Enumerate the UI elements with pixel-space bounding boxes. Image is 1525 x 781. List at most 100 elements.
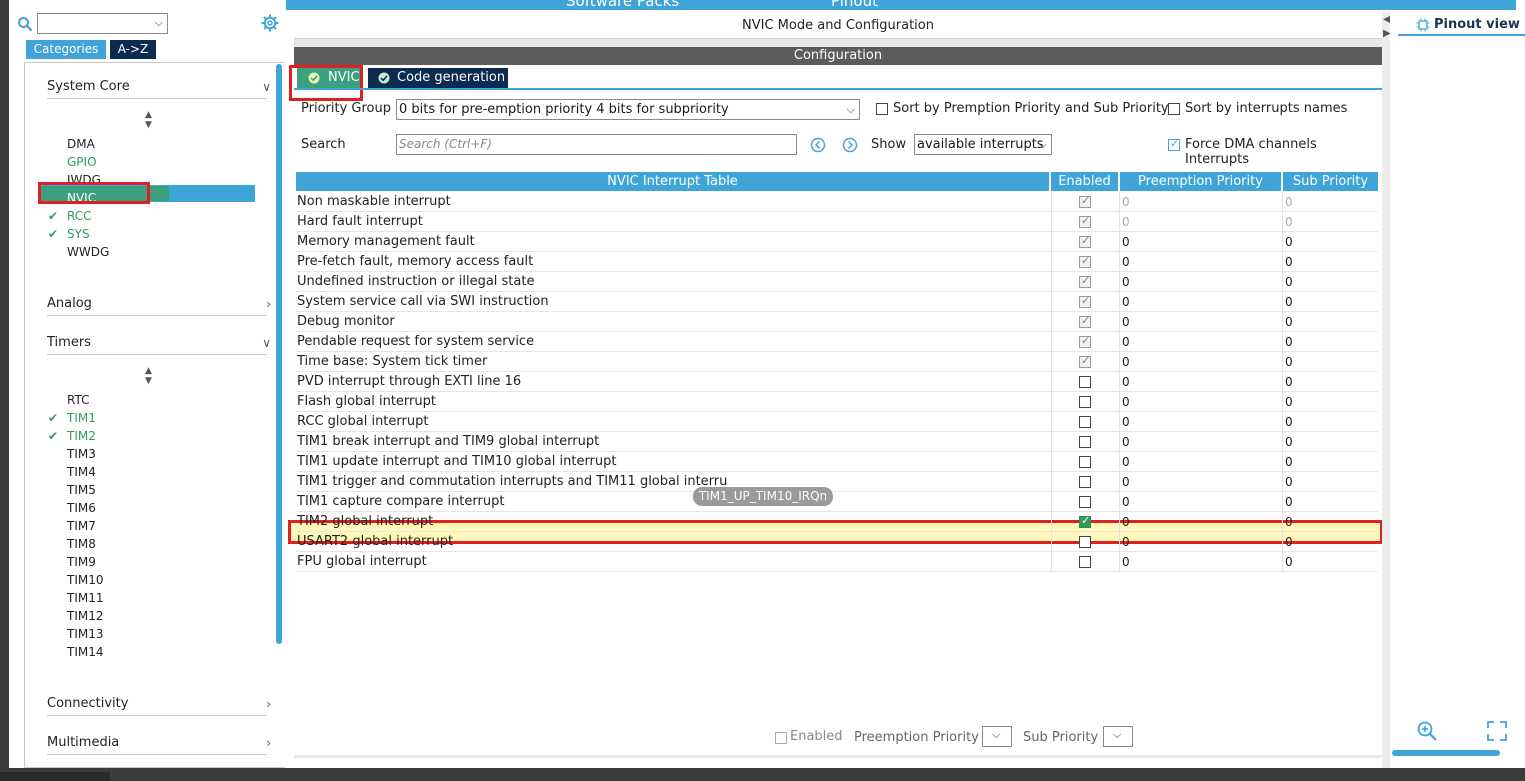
enabled-checkbox[interactable] [1079, 556, 1091, 568]
sub-priority-cell[interactable]: 0 [1282, 492, 1378, 512]
preemption-priority-cell[interactable]: 0 [1119, 232, 1282, 252]
enabled-checkbox[interactable] [1079, 396, 1091, 408]
preemption-priority-cell[interactable]: 0 [1119, 512, 1282, 532]
tree-item-rcc[interactable]: RCC [67, 207, 92, 225]
bottom-sub-priority-select[interactable]: ⌵ [1103, 726, 1133, 747]
enabled-checkbox[interactable] [1079, 416, 1091, 428]
tree-item-tim8[interactable]: TIM8 [67, 535, 96, 553]
tree-item-tim7[interactable]: TIM7 [67, 517, 96, 535]
enabled-checkbox[interactable] [1079, 314, 1091, 328]
panel-splitter[interactable]: ◀ ▶ [1382, 12, 1391, 768]
enabled-checkbox[interactable] [1079, 334, 1091, 348]
search-icon[interactable] [17, 16, 33, 32]
sub-priority-cell[interactable]: 0 [1282, 412, 1378, 432]
force-dma-checkbox[interactable] [1168, 137, 1180, 151]
table-row[interactable]: TIM1 update interrupt and TIM10 global i… [296, 452, 1378, 472]
category-connectivity[interactable]: Connectivity › [47, 692, 271, 716]
zoom-in-icon[interactable] [1416, 720, 1438, 742]
priority-group-select[interactable]: 0 bits for pre-emption priority 4 bits f… [396, 99, 860, 120]
tree-item-dma[interactable]: DMA [67, 135, 95, 153]
left-search-combo[interactable]: ⌵ [37, 13, 168, 34]
right-scrollbar[interactable] [1392, 750, 1500, 756]
tree-item-tim14[interactable]: TIM14 [67, 643, 104, 661]
gear-icon[interactable] [261, 14, 279, 32]
table-row[interactable]: Pre-fetch fault, memory access fault 00 [296, 252, 1378, 272]
tree-item-tim6[interactable]: TIM6 [67, 499, 96, 517]
top-tab-pinout[interactable]: Pinout [831, 0, 878, 10]
table-row[interactable]: Memory management fault 00 [296, 232, 1378, 252]
enabled-checkbox[interactable] [1079, 436, 1091, 448]
tree-item-tim4[interactable]: TIM4 [67, 463, 96, 481]
tree-item-sys[interactable]: SYS [67, 225, 90, 243]
category-multimedia[interactable]: Multimedia › [47, 731, 271, 755]
preemption-priority-cell[interactable]: 0 [1119, 552, 1282, 572]
sort-arrow-icon[interactable]: ▲ ▼ [145, 110, 152, 130]
sub-priority-cell[interactable]: 0 [1282, 432, 1378, 452]
table-row[interactable]: Debug monitor 00 [296, 312, 1378, 332]
preemption-priority-cell[interactable]: 0 [1119, 272, 1282, 292]
enabled-checkbox[interactable] [1079, 274, 1091, 288]
tree-item-tim2[interactable]: TIM2 [67, 427, 96, 445]
tree-item-tim5[interactable]: TIM5 [67, 481, 96, 499]
tab-code-generation[interactable]: Code generation [368, 68, 508, 88]
preemption-priority-cell[interactable]: 0 [1119, 472, 1282, 492]
preemption-priority-cell[interactable]: 0 [1119, 312, 1282, 332]
enabled-checkbox[interactable] [1079, 536, 1091, 548]
sub-priority-cell[interactable]: 0 [1282, 392, 1378, 412]
enabled-checkbox[interactable] [1079, 254, 1091, 268]
preemption-priority-cell[interactable]: 0 [1119, 212, 1282, 232]
tree-item-tim3[interactable]: TIM3 [67, 445, 96, 463]
enabled-checkbox[interactable] [1079, 476, 1091, 488]
previous-icon[interactable] [810, 137, 826, 153]
header-preemption[interactable]: Preemption Priority [1120, 172, 1281, 191]
top-tab-software-packs[interactable]: Software Packs [566, 0, 679, 10]
sub-priority-cell[interactable]: 0 [1282, 532, 1378, 552]
enabled-checkbox[interactable] [1079, 214, 1091, 228]
preemption-priority-cell[interactable]: 0 [1119, 352, 1282, 372]
table-row[interactable]: TIM1 break interrupt and TIM9 global int… [296, 432, 1378, 452]
enabled-checkbox[interactable] [1079, 514, 1091, 528]
sub-priority-cell[interactable]: 0 [1282, 292, 1378, 312]
tree-item-tim13[interactable]: TIM13 [67, 625, 104, 643]
sub-priority-cell[interactable]: 0 [1282, 192, 1378, 212]
sub-priority-cell[interactable]: 0 [1282, 312, 1378, 332]
enabled-checkbox[interactable] [1079, 496, 1091, 508]
tree-item-rtc[interactable]: RTC [67, 391, 89, 409]
preemption-priority-cell[interactable]: 0 [1119, 492, 1282, 512]
tree-item-tim9[interactable]: TIM9 [67, 553, 96, 571]
enabled-checkbox[interactable] [1079, 456, 1091, 468]
table-row[interactable]: System service call via SWI instruction 0… [296, 292, 1378, 312]
table-row[interactable]: TIM1 trigger and commutation interrupts … [296, 472, 1378, 492]
sub-priority-cell[interactable]: 0 [1282, 252, 1378, 272]
sub-priority-cell[interactable]: 0 [1282, 372, 1378, 392]
tree-item-wwdg[interactable]: WWDG [67, 243, 109, 261]
sub-priority-cell[interactable]: 0 [1282, 212, 1378, 232]
show-select[interactable]: available interrupts ⌵ [914, 134, 1052, 155]
tab-categories[interactable]: Categories [26, 40, 106, 59]
preemption-priority-cell[interactable]: 0 [1119, 432, 1282, 452]
enabled-checkbox[interactable] [1079, 294, 1091, 308]
table-row[interactable]: Flash global interrupt 0 0 [296, 392, 1378, 412]
preemption-priority-cell[interactable]: 0 [1119, 532, 1282, 552]
tree-item-tim10[interactable]: TIM10 [67, 571, 104, 589]
category-analog[interactable]: Analog › [47, 292, 271, 316]
header-enabled[interactable]: Enabled [1051, 172, 1118, 191]
sub-priority-cell[interactable]: 0 [1282, 272, 1378, 292]
table-row[interactable]: PVD interrupt through EXTI line 16 0 0 [296, 372, 1378, 392]
next-icon[interactable] [842, 137, 858, 153]
category-timers[interactable]: Timers ∨ [47, 331, 271, 355]
preemption-priority-cell[interactable]: 0 [1119, 392, 1282, 412]
table-row[interactable]: Pendable request for system service 00 [296, 332, 1378, 352]
tab-a-to-z[interactable]: A->Z [110, 40, 156, 59]
enabled-checkbox[interactable] [1079, 376, 1091, 388]
tree-item-tim12[interactable]: TIM12 [67, 607, 104, 625]
preemption-priority-cell[interactable]: 0 [1119, 192, 1282, 212]
sub-priority-cell[interactable]: 0 [1282, 552, 1378, 572]
sub-priority-cell[interactable]: 0 [1282, 232, 1378, 252]
bottom-enabled-checkbox[interactable] [775, 732, 787, 744]
search-input[interactable]: Search (Ctrl+F) [396, 134, 797, 155]
sort-arrow-icon[interactable]: ▲ ▼ [145, 366, 152, 386]
tab-pinout-view[interactable]: Pinout view [1398, 14, 1525, 36]
fit-to-screen-icon[interactable] [1486, 720, 1508, 742]
tree-item-gpio[interactable]: GPIO [67, 153, 97, 171]
